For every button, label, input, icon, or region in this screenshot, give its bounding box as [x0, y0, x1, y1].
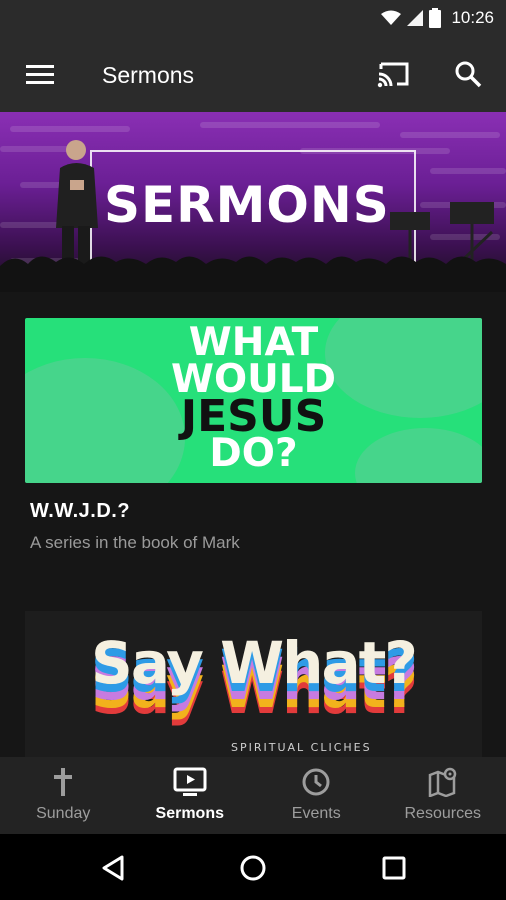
nav-item-resources[interactable]: Resources: [380, 757, 506, 834]
banner-title: SERMONS: [104, 176, 390, 234]
sermon-series-list[interactable]: WHAT WOULD JESUS DO? W.W.J.D.? A series …: [0, 292, 506, 757]
sermons-banner: SERMONS: [0, 112, 506, 292]
status-icons: [381, 8, 442, 28]
nav-label: Sermons: [155, 805, 224, 822]
nav-item-sunday[interactable]: Sunday: [0, 757, 127, 834]
map-pin-icon: [428, 767, 456, 797]
nav-label: Events: [291, 805, 341, 822]
tv-play-icon: [173, 767, 207, 796]
series-artwork[interactable]: Say What? Say What? Say What? Say What? …: [25, 611, 482, 757]
bottom-navigation: Sunday Sermons Events Resources: [0, 757, 506, 834]
status-bar: 10:26: [0, 0, 506, 36]
series-artwork-title: Say What?: [91, 629, 418, 697]
series-artwork-subtitle: SPIRITUAL CLICHES: [231, 741, 372, 754]
series-artwork-text: WHAT WOULD JESUS DO?: [170, 320, 337, 476]
app-bar: Sermons: [0, 36, 506, 112]
clock-icon: [302, 768, 330, 796]
wifi-icon: [381, 10, 402, 25]
page-title: Sermons: [102, 62, 195, 88]
crowd-silhouette: [0, 256, 506, 292]
home-icon: [240, 855, 266, 881]
cast-icon: [377, 62, 409, 88]
menu-button[interactable]: [18, 52, 62, 96]
battery-icon: [429, 8, 442, 28]
cross-icon: [54, 768, 73, 796]
cell-signal-icon: [407, 10, 424, 26]
recents-button[interactable]: [378, 852, 410, 884]
series-card-say-what[interactable]: Say What? Say What? Say What? Say What? …: [25, 611, 482, 757]
series-subtitle: A series in the book of Mark: [30, 533, 240, 552]
search-button[interactable]: [446, 52, 490, 96]
menu-icon: [26, 65, 54, 84]
system-navigation-bar: [0, 834, 506, 900]
series-card-wwjd[interactable]: WHAT WOULD JESUS DO? W.W.J.D.? A series …: [25, 318, 482, 553]
nav-label: Sunday: [36, 805, 91, 822]
nav-label: Resources: [404, 805, 481, 822]
series-title[interactable]: W.W.J.D.?: [25, 500, 482, 523]
nav-item-sermons[interactable]: Sermons: [127, 757, 254, 834]
recents-icon: [382, 856, 406, 880]
series-artwork[interactable]: WHAT WOULD JESUS DO?: [25, 318, 482, 483]
back-icon: [102, 855, 124, 881]
back-button[interactable]: [97, 852, 129, 884]
status-time: 10:26: [451, 8, 494, 27]
search-icon: [455, 61, 482, 88]
home-button[interactable]: [237, 852, 269, 884]
nav-item-events[interactable]: Events: [253, 757, 380, 834]
cast-button[interactable]: [372, 52, 416, 96]
